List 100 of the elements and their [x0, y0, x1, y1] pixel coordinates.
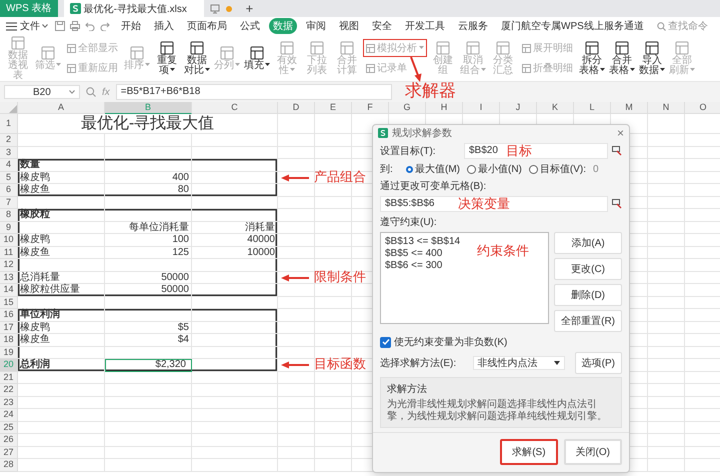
dialog-button[interactable]: 求解(S) — [500, 439, 558, 465]
field-label: 设置目标(T): — [380, 144, 437, 158]
redo-icon[interactable] — [100, 21, 110, 31]
column-header[interactable]: O — [685, 102, 720, 114]
row-header[interactable]: 8 — [0, 209, 18, 222]
row-header[interactable]: 14 — [0, 284, 18, 296]
column-header[interactable]: G — [389, 102, 426, 114]
ribbon-button[interactable]: 拆分表格 — [578, 40, 606, 76]
row-header[interactable]: 7 — [0, 196, 18, 209]
undo-icon[interactable] — [85, 21, 95, 31]
ribbon-button[interactable]: 重复项 — [153, 40, 181, 76]
search-icon — [656, 22, 666, 30]
nonnegative-checkbox[interactable]: 使无约束变量为非负数(K) — [380, 335, 622, 349]
annotation-label: 求解器 — [405, 81, 456, 101]
row-header[interactable]: 22 — [0, 384, 18, 396]
row-header[interactable]: 15 — [0, 296, 18, 309]
constraints-list[interactable]: $B$13 <= $B$14 $B$5 <= 400 $B$6 <= 300 约束条件 — [380, 232, 550, 324]
app-tab[interactable]: WPS 表格 — [0, 0, 58, 17]
column-header[interactable]: E — [315, 102, 352, 114]
annotation-label: 产品组合 — [314, 168, 366, 184]
table-icon — [615, 40, 629, 54]
column-header[interactable]: J — [500, 102, 537, 114]
row-header[interactable]: 6 — [0, 184, 18, 196]
print-icon[interactable] — [70, 21, 80, 31]
row-header[interactable]: 26 — [0, 434, 18, 446]
monitor-icon[interactable] — [210, 4, 220, 14]
annotation-label: 目标 — [506, 142, 532, 160]
name-box[interactable]: B20 — [4, 85, 80, 99]
menu-tab[interactable]: 云服务 — [454, 18, 492, 34]
row-header[interactable]: 11 — [0, 246, 18, 259]
dialog-button[interactable]: 选项(P) — [574, 352, 622, 374]
menu-tab[interactable]: 视图 — [335, 18, 363, 34]
row-header[interactable]: 13 — [0, 272, 18, 284]
dialog-button[interactable]: 关闭(O) — [564, 439, 622, 465]
radio-option[interactable]: 目标值(V): — [528, 162, 586, 176]
menu-tab[interactable]: 审阅 — [302, 18, 330, 34]
table-icon — [11, 36, 25, 50]
row-header[interactable]: 9 — [0, 222, 18, 234]
formula-field[interactable]: =B5*B17+B6*B18 — [116, 84, 392, 100]
radio-option[interactable]: 最小值(N) — [467, 162, 522, 176]
row-header[interactable]: 24 — [0, 409, 18, 422]
column-header[interactable]: C — [192, 102, 278, 114]
column-header[interactable]: D — [278, 102, 315, 114]
range-select-icon[interactable] — [612, 199, 622, 209]
menu-tab[interactable]: 开始 — [117, 18, 145, 34]
field-label: 遵守约束(U): — [380, 216, 438, 229]
dialog-button[interactable]: 删除(D) — [554, 284, 622, 306]
save-icon[interactable] — [55, 21, 65, 31]
column-header[interactable]: N — [648, 102, 685, 114]
menu-tab[interactable]: 页面布局 — [183, 18, 231, 34]
column-header[interactable]: M — [611, 102, 648, 114]
dialog-button[interactable]: 更改(C) — [554, 258, 622, 280]
dialog-button[interactable]: 全部重置(R) — [554, 310, 622, 332]
menu-tab[interactable]: 公式 — [236, 18, 264, 34]
menu-tab[interactable]: 插入 — [150, 18, 178, 34]
row-header[interactable]: 19 — [0, 346, 18, 359]
ribbon-button[interactable]: 导入数据 — [638, 40, 666, 76]
method-dropdown[interactable]: 非线性内点法 — [472, 356, 565, 370]
table-cell: $4 — [105, 334, 192, 346]
column-header[interactable]: F — [352, 102, 389, 114]
row-header[interactable]: 17 — [0, 322, 18, 334]
constraint-item[interactable]: $B$5 <= 400 — [385, 248, 442, 260]
table-icon — [436, 40, 450, 54]
row-header[interactable]: 10 — [0, 234, 18, 246]
zoom-icon[interactable] — [86, 87, 96, 97]
row-header[interactable]: 3 — [0, 146, 18, 159]
ribbon-button[interactable]: 合并表格 — [608, 40, 636, 76]
row-header[interactable]: 5 — [0, 172, 18, 184]
row-header[interactable]: 1 — [0, 114, 18, 134]
row-header[interactable]: 16 — [0, 309, 18, 322]
file-menu[interactable]: 文件 — [20, 19, 48, 33]
row-header[interactable]: 2 — [0, 134, 18, 146]
constraint-item[interactable]: $B$6 <= 300 — [385, 260, 442, 272]
column-header[interactable]: H — [426, 102, 463, 114]
menu-icon[interactable] — [6, 22, 17, 30]
menu-tab[interactable]: 厦门航空专属WPS线上服务通道 — [497, 18, 648, 34]
ribbon-button[interactable]: 填充 — [243, 44, 271, 72]
new-tab-button[interactable]: + — [246, 2, 254, 15]
column-header[interactable]: K — [537, 102, 574, 114]
row-header[interactable]: 4 — [0, 159, 18, 172]
dialog-button[interactable]: 添加(A) — [554, 232, 622, 254]
constraint-item[interactable]: $B$13 <= $B$14 — [385, 236, 460, 248]
row-header[interactable]: 27 — [0, 446, 18, 459]
close-button[interactable]: × — [616, 126, 624, 140]
column-header[interactable]: I — [463, 102, 500, 114]
menu-tab[interactable]: 开发工具 — [401, 18, 449, 34]
table-cell: 橡胶粒供应量 — [18, 284, 105, 296]
row-header[interactable]: 12 — [0, 259, 18, 272]
ribbon-button[interactable]: 数据对比 — [183, 40, 211, 76]
row-header[interactable]: 23 — [0, 396, 18, 409]
range-select-icon[interactable] — [612, 146, 622, 156]
row-header[interactable]: 21 — [0, 372, 18, 384]
row-header[interactable]: 18 — [0, 334, 18, 346]
row-header[interactable]: 28 — [0, 459, 18, 472]
table-icon — [67, 64, 76, 72]
menu-tab[interactable]: 安全 — [368, 18, 396, 34]
file-tab[interactable]: 最优化-寻找最大值.xlsx — [64, 0, 204, 17]
radio-option[interactable]: 最大值(M) — [406, 162, 460, 176]
column-header[interactable]: L — [574, 102, 611, 114]
row-header[interactable]: 25 — [0, 422, 18, 434]
